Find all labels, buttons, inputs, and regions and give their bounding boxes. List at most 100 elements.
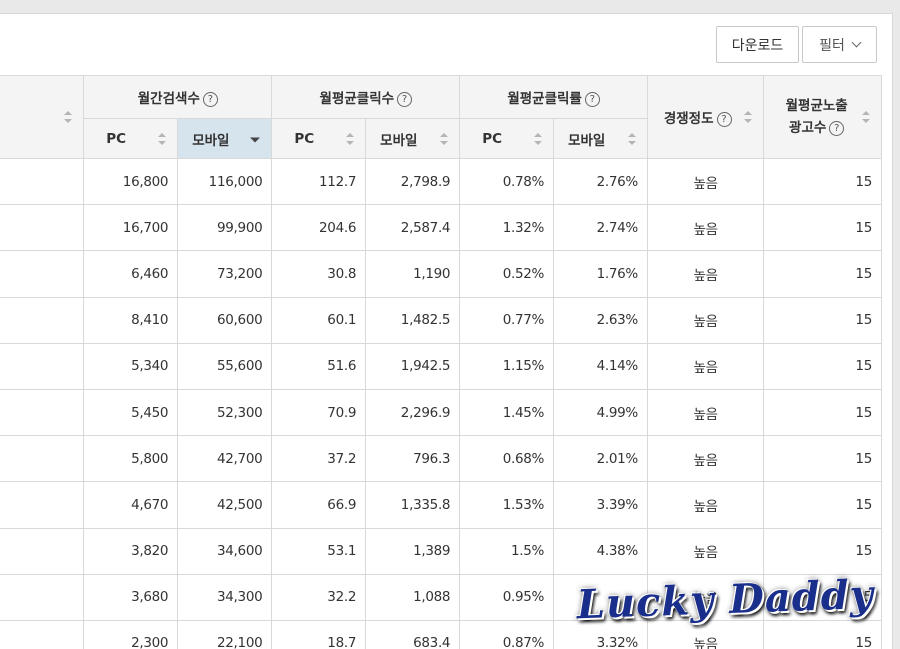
sort-icon[interactable] bbox=[744, 111, 753, 123]
keyword-cell[interactable] bbox=[0, 619, 85, 649]
sort-icon[interactable] bbox=[440, 132, 449, 145]
keyword-cell[interactable] bbox=[0, 435, 85, 483]
ad-count-header[interactable]: 월평균노출 광고수? bbox=[763, 75, 882, 159]
sort-icon[interactable] bbox=[346, 132, 355, 145]
ctr-mobile-cell: 4.14% bbox=[553, 342, 648, 390]
keyword-cell[interactable] bbox=[0, 481, 85, 529]
table-row[interactable]: 3,820 34,600 53.1 1,389 1.5% 4.38% 높음 15 bbox=[0, 527, 882, 575]
keyword-cell[interactable] bbox=[0, 157, 85, 206]
table-row[interactable]: 8,410 60,600 60.1 1,482.5 0.77% 2.63% 높음 15 bbox=[0, 296, 882, 344]
keyword-stats-table: 월간검색수? 월평균클릭수? 월평균클릭률? 경쟁정도? 월평균노출 광고수 ?… bbox=[0, 75, 882, 649]
search-mobile-cell: 22,100 bbox=[177, 619, 273, 649]
sort-desc-icon[interactable] bbox=[250, 137, 261, 142]
avg-ctr-label: 월평균클릭률 bbox=[507, 91, 582, 107]
ad-count-cell: 15 bbox=[763, 619, 882, 649]
help-icon[interactable]: ? bbox=[202, 91, 218, 107]
competition-cell: 높음 bbox=[646, 342, 765, 390]
sort-icon[interactable] bbox=[627, 132, 636, 145]
table-row[interactable]: 16,700 99,900 204.6 2,587.4 1.32% 2.74% 높음 15 bbox=[0, 204, 882, 252]
toolbar: 다운로드 필터 bbox=[716, 26, 877, 63]
keyword-cell[interactable] bbox=[0, 342, 85, 390]
ctr-pc-cell: 0.52% bbox=[459, 250, 555, 298]
download-button[interactable]: 다운로드 bbox=[716, 26, 799, 63]
search-mobile-header[interactable]: 모바일 bbox=[177, 118, 273, 159]
search-pc-cell: 2,300 bbox=[83, 619, 179, 649]
filter-dropdown[interactable]: 필터 bbox=[802, 26, 877, 63]
keyword-cell[interactable] bbox=[0, 250, 85, 298]
clicks-mobile-cell: 796.3 bbox=[365, 435, 461, 483]
clicks-mobile-cell: 683.4 bbox=[365, 619, 461, 649]
table-row[interactable]: 16,800 116,000 112.7 2,798.9 0.78% 2.76% 높음 15 bbox=[0, 157, 882, 206]
search-pc-cell: 3,820 bbox=[83, 527, 179, 575]
keyword-cell[interactable] bbox=[0, 296, 85, 344]
ad-count-cell: 15 bbox=[763, 296, 882, 344]
search-pc-header[interactable]: PC bbox=[83, 118, 179, 159]
ad-count-cell: 15 bbox=[763, 250, 882, 298]
help-icon[interactable]: ? bbox=[584, 91, 600, 107]
sort-icon[interactable] bbox=[534, 132, 543, 145]
ctr-pc-header[interactable]: PC bbox=[459, 118, 555, 159]
ad-count-cell: 15 bbox=[763, 527, 882, 575]
table-row[interactable]: 2,300 22,100 18.7 683.4 0.87% 3.32% 높음 15 bbox=[0, 619, 882, 649]
clicks-pc-cell: 60.1 bbox=[271, 296, 367, 344]
ctr-pc-cell: 1.5% bbox=[459, 527, 555, 575]
search-pc-cell: 6,460 bbox=[83, 250, 179, 298]
chevron-down-icon bbox=[851, 37, 862, 48]
filter-label: 필터 bbox=[819, 37, 845, 54]
help-icon[interactable]: ? bbox=[397, 91, 413, 107]
competition-cell: 높음 bbox=[646, 250, 765, 298]
table-row[interactable]: 6,460 73,200 30.8 1,190 0.52% 1.76% 높음 15 bbox=[0, 250, 882, 298]
help-icon[interactable]: ? bbox=[829, 120, 845, 136]
table-row[interactable]: 5,450 52,300 70.9 2,296.9 1.45% 4.99% 높음 15 bbox=[0, 388, 882, 437]
clicks-pc-cell: 112.7 bbox=[271, 157, 367, 206]
ctr-mobile-cell: 3.32% bbox=[553, 619, 648, 649]
keyword-cell[interactable] bbox=[0, 527, 85, 575]
keyword-cell[interactable] bbox=[0, 204, 85, 252]
sort-icon[interactable] bbox=[158, 132, 167, 145]
keyword-column-header[interactable] bbox=[0, 75, 85, 159]
table-row[interactable]: 5,340 55,600 51.6 1,942.5 1.15% 4.14% 높음 15 bbox=[0, 342, 882, 390]
clicks-pc-cell: 53.1 bbox=[271, 527, 367, 575]
clicks-pc-header[interactable]: PC bbox=[271, 118, 367, 159]
clicks-pc-cell: 70.9 bbox=[271, 388, 367, 437]
sort-icon[interactable] bbox=[862, 111, 870, 123]
clicks-mobile-cell: 1,190 bbox=[365, 250, 461, 298]
ctr-mobile-cell: 2.76% bbox=[553, 157, 648, 206]
ad-count-cell: 15 bbox=[763, 342, 882, 390]
ctr-mobile-cell: 4.99% bbox=[553, 388, 648, 437]
ctr-pc-cell: 0.77% bbox=[459, 296, 555, 344]
ad-count-cell: 15 bbox=[763, 573, 882, 621]
ctr-mobile-header[interactable]: 모바일 bbox=[553, 118, 648, 159]
ctr-mobile-cell bbox=[553, 573, 648, 621]
competition-cell: 높음 bbox=[646, 573, 765, 621]
search-mobile-cell: 34,600 bbox=[177, 527, 273, 575]
ad-count-label-line1: 월평균노출 bbox=[785, 98, 848, 114]
ctr-pc-cell: 1.15% bbox=[459, 342, 555, 390]
ctr-mobile-cell: 2.74% bbox=[553, 204, 648, 252]
clicks-mobile-cell: 2,798.9 bbox=[365, 157, 461, 206]
competition-header[interactable]: 경쟁정도? bbox=[646, 75, 765, 159]
competition-cell: 높음 bbox=[646, 388, 765, 437]
table-row[interactable]: 5,800 42,700 37.2 796.3 0.68% 2.01% 높음 15 bbox=[0, 435, 882, 483]
search-pc-cell: 16,700 bbox=[83, 204, 179, 252]
search-mobile-cell: 99,900 bbox=[177, 204, 273, 252]
search-mobile-cell: 60,600 bbox=[177, 296, 273, 344]
search-mobile-cell: 42,700 bbox=[177, 435, 273, 483]
keyword-results-panel: 다운로드 필터 월간검색수? 월평균클릭수? 월평균클릭률 ? 경쟁정도 ? 월… bbox=[0, 13, 893, 649]
competition-cell: 높음 bbox=[646, 296, 765, 344]
ctr-mobile-cell: 2.63% bbox=[553, 296, 648, 344]
clicks-mobile-cell: 1,482.5 bbox=[365, 296, 461, 344]
mobile-label: 모바일 bbox=[380, 132, 418, 149]
sort-icon[interactable] bbox=[64, 111, 73, 123]
clicks-mobile-header[interactable]: 모바일 bbox=[365, 118, 461, 159]
help-icon[interactable]: ? bbox=[716, 111, 732, 127]
table-row[interactable]: 4,670 42,500 66.9 1,335.8 1.53% 3.39% 높음 15 bbox=[0, 481, 882, 529]
keyword-cell[interactable] bbox=[0, 388, 85, 437]
ctr-mobile-cell: 4.38% bbox=[553, 527, 648, 575]
pc-label: PC bbox=[294, 130, 315, 147]
clicks-pc-cell: 32.2 bbox=[271, 573, 367, 621]
table-row[interactable]: 3,680 34,300 32.2 1,088 0.95% 높음 15 bbox=[0, 573, 882, 621]
ad-count-cell: 15 bbox=[763, 481, 882, 529]
competition-cell: 높음 bbox=[646, 157, 765, 206]
keyword-cell[interactable] bbox=[0, 573, 85, 621]
